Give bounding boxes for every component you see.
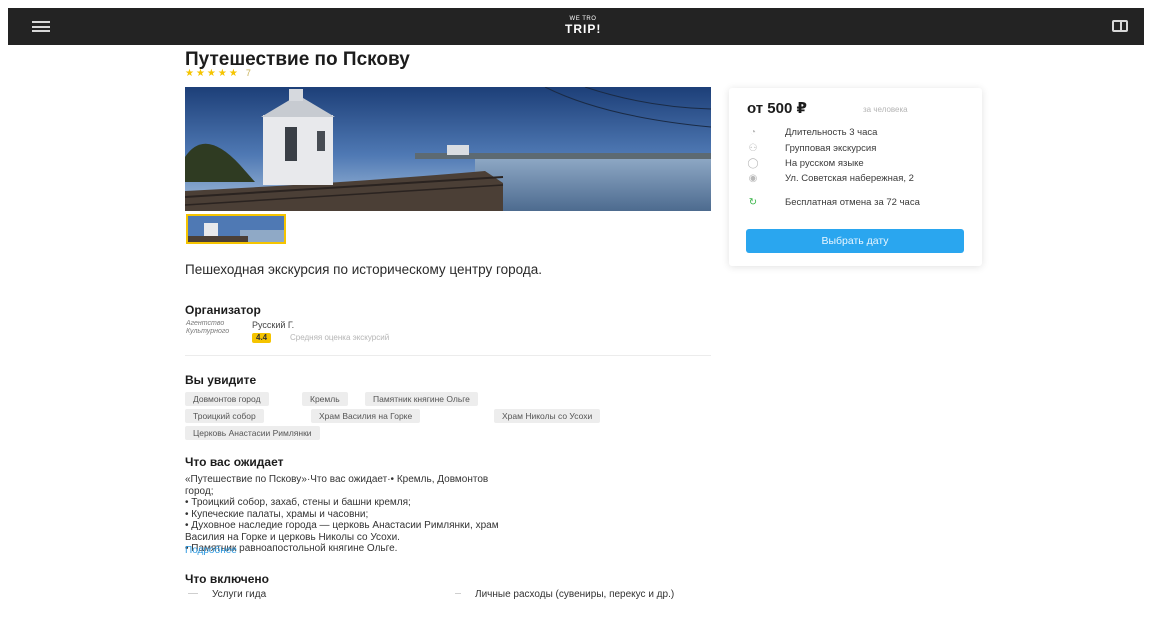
expect-heading: Что вас ожидает [185,455,284,469]
tour-main-photo[interactable] [185,87,711,211]
minus-icon [455,593,461,594]
feature-text: Бесплатная отмена за 72 часа [785,197,920,208]
feature-text: Ул. Советская набережная, 2 [785,173,914,184]
church-photo [185,87,711,211]
description-line: «Путешествие по Пскову»·Что вас ожидает·… [185,474,489,485]
rating-stars: ★★★★★ 7 [185,68,251,79]
included-heading: Что включено [185,572,269,586]
thumbnail-photo [188,216,284,242]
clock-icon: ◔ [749,127,757,138]
sight-tag[interactable]: Памятник княгине Ольге [365,392,478,406]
site-logo[interactable]: WE TRO TRIP! [565,16,601,36]
sight-tag[interactable]: Довмонтов город [185,392,269,406]
sights-heading: Вы увидите [185,373,257,387]
organizer-rating-badge: 4.4 [252,333,272,343]
description-line: город; [185,485,214,497]
tour-subtitle: Пешеходная экскурсия по историческому це… [185,262,542,277]
description-line: • Купеческие палаты, храмы и часовни; [185,508,369,520]
sight-tag[interactable]: Кремль [302,392,348,406]
organizer-heading: Организатор [185,303,261,317]
tour-description: «Путешествие по Пскову»·Что вас ожидает·… [185,474,690,555]
dash-icon [188,593,198,594]
price: от 500 ₽ [747,100,807,117]
stars-icon: ★★★★★ [185,68,240,79]
price-note: за человека [863,105,908,114]
refresh-icon: ↻ [748,197,758,208]
description-line: • Троицкий собор, захаб, стены и башни к… [185,497,411,508]
organizer-logo[interactable]: Агентство Культурного [186,320,238,340]
feature-text: Групповая экскурсия [785,143,877,154]
review-count[interactable]: 7 [246,68,251,78]
language-icon: ◯ [747,158,759,169]
select-date-button[interactable]: Выбрать дату [746,229,964,253]
hamburger-menu-icon[interactable] [32,21,50,32]
sight-tag[interactable]: Троицкий собор [185,409,264,423]
read-more-link[interactable]: Подробнее [185,545,237,556]
logo-text: TRIP! [565,22,602,36]
booking-card: от 500 ₽ за человека ◔ Длительность 3 ча… [729,88,982,266]
section-divider [185,355,711,356]
group-icon: ⚇ [748,143,758,154]
feature-text: Длительность 3 часа [785,127,878,138]
excluded-item: Личные расходы (сувениры, перекус и др.) [455,589,675,600]
description-line: • Памятник равноапостольной княгине Ольг… [185,543,398,554]
sight-tag[interactable]: Церковь Анастасии Римлянки [185,426,320,440]
description-line: • Духовное наследие города — церковь Ана… [185,520,499,531]
included-item-label: Услуги гида [212,589,267,600]
location-pin-icon: ◉ [748,173,758,184]
organizer-name[interactable]: Русский Г. [252,320,294,330]
included-item: Услуги гида [188,589,412,600]
sight-tag[interactable]: Храм Василия на Горке [311,409,421,423]
top-navigation-bar: WE TRO TRIP! [8,8,1144,45]
feature-text: На русском языке [785,158,864,169]
account-card-icon[interactable] [1112,20,1128,32]
excluded-item-label: Личные расходы (сувениры, перекус и др.) [475,589,675,600]
photo-thumbnail[interactable] [186,214,286,244]
description-line: Василия на Горке и церковь Николы со Усо… [185,531,400,543]
organizer-rating-note: Средняя оценка экскурсий [290,333,390,342]
sight-tag[interactable]: Храм Николы со Усохи [494,409,601,423]
